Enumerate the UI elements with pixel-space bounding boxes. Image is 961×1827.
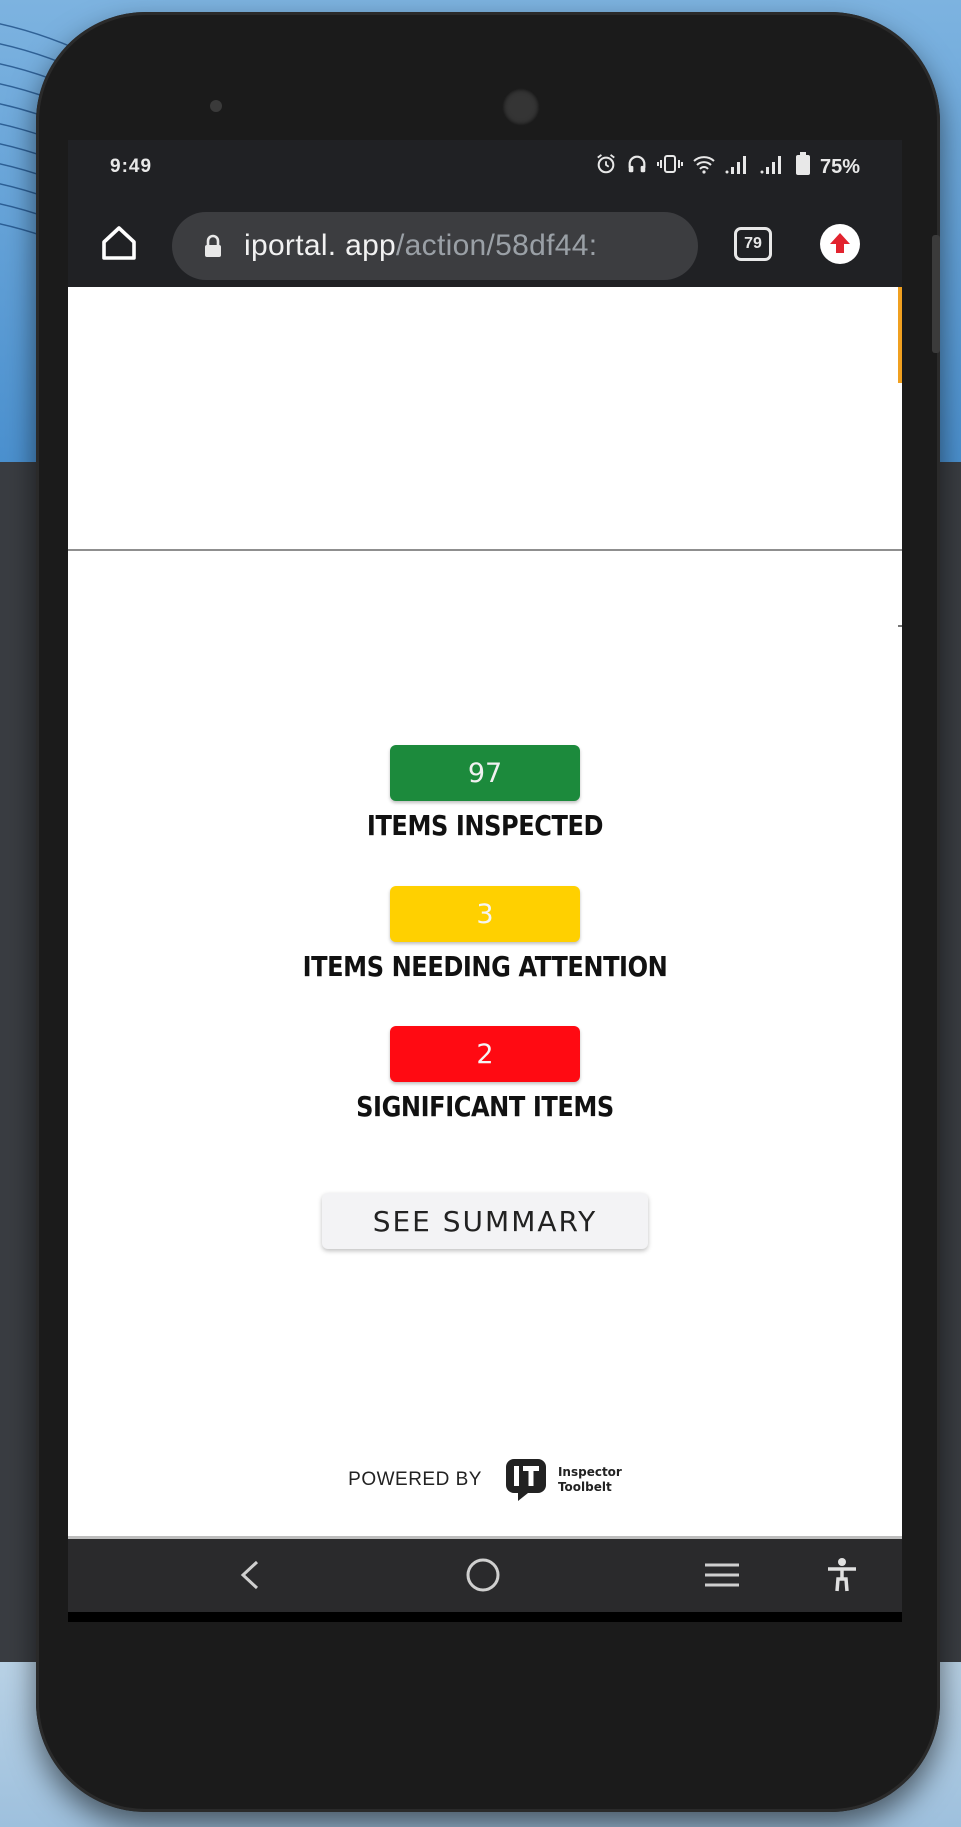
update-arrow-icon [830, 233, 850, 253]
phone-camera [502, 88, 540, 126]
back-chevron-icon [240, 1560, 259, 1590]
phone-speaker [210, 100, 222, 112]
headphones-icon [626, 153, 648, 181]
items-needing-attention-label: ITEMS NEEDING ATTENTION [302, 950, 668, 983]
home-button[interactable] [96, 220, 142, 266]
stat-items-needing-attention: 3 ITEMS NEEDING ATTENTION [68, 886, 902, 983]
vibrate-icon [656, 153, 683, 181]
web-content: 97 ITEMS INSPECTED 3 ITEMS NEEDING ATTEN… [68, 287, 902, 1539]
items-inspected-label: ITEMS INSPECTED [366, 809, 604, 842]
battery-percent: 75% [819, 155, 860, 178]
logo-mark-icon [505, 1459, 546, 1501]
status-bar: 9:49 75% [68, 140, 902, 196]
status-icons: 75% [595, 152, 860, 182]
signal-icon [725, 153, 751, 181]
powered-by-footer: POWERED BY Inspector Toolbelt [68, 1457, 902, 1503]
recents-lines-icon [705, 1563, 739, 1587]
scroll-indicator [898, 287, 902, 383]
inspector-toolbelt-logo: Inspector Toolbelt [504, 1457, 622, 1503]
home-circle-icon [466, 1558, 500, 1592]
powered-by-text: POWERED BY [348, 1469, 482, 1490]
lock-icon [205, 234, 221, 257]
url-path: /action/58df44: [396, 229, 598, 262]
accessibility-button[interactable] [820, 1553, 864, 1597]
items-needing-attention-count: 3 [390, 886, 580, 942]
accessibility-icon [828, 1558, 856, 1592]
nav-back-button[interactable] [228, 1553, 272, 1597]
significant-items-count: 2 [390, 1026, 580, 1082]
battery-icon [795, 152, 811, 182]
logo-line-inspector: Inspector [557, 1465, 622, 1479]
status-time: 9:49 [110, 156, 153, 177]
items-inspected-count: 97 [390, 745, 580, 801]
nav-recents-button[interactable] [700, 1553, 744, 1597]
stat-significant-items: 2 SIGNIFICANT ITEMS [68, 1026, 902, 1123]
see-summary-button[interactable]: SEE SUMMARY [322, 1193, 648, 1249]
phone-screen: 9:49 75% iportal. app/action/58df44: 79 … [68, 140, 902, 1622]
tab-count-button[interactable]: 79 [734, 227, 772, 261]
phone-side-button [932, 235, 940, 353]
home-icon [102, 226, 136, 260]
url-text: iportal. app/action/58df44: [244, 229, 597, 263]
logo-line-toolbelt: Toolbelt [557, 1480, 612, 1494]
browser-menu-button[interactable] [820, 224, 860, 264]
wifi-icon [692, 153, 716, 181]
android-navigation-bar [68, 1539, 902, 1612]
url-bar[interactable]: iportal. app/action/58df44: [172, 212, 698, 280]
logo-text: Inspector Toolbelt [558, 1465, 622, 1495]
alarm-icon [595, 153, 617, 181]
stat-items-inspected: 97 ITEMS INSPECTED [68, 745, 902, 842]
screen-bottom-edge [68, 1612, 902, 1622]
edge-marker [898, 625, 902, 627]
significant-items-label: SIGNIFICANT ITEMS [356, 1090, 614, 1123]
nav-home-button[interactable] [461, 1553, 505, 1597]
browser-toolbar: iportal. app/action/58df44: 79 [68, 204, 902, 290]
section-divider [68, 549, 902, 551]
signal-icon [760, 153, 786, 181]
url-domain: iportal. app [244, 229, 397, 262]
